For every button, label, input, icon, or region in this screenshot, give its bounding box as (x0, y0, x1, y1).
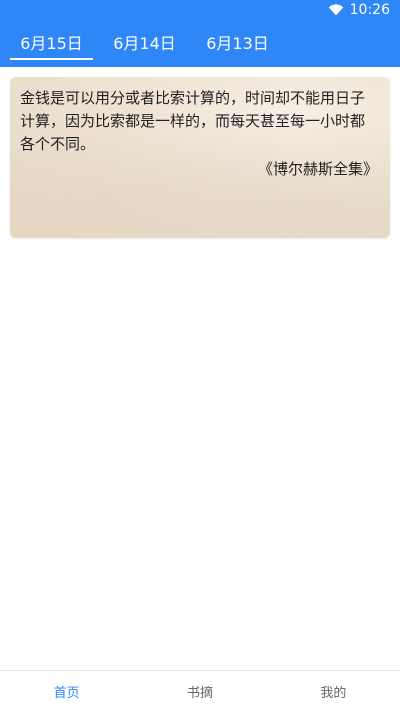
date-tabs: 6月15日 6月14日 6月13日 (0, 26, 400, 67)
wifi-icon (328, 2, 344, 18)
tab-june-15[interactable]: 6月15日 (10, 26, 93, 67)
status-right: 10:26 (328, 2, 390, 18)
quote-source: 《博尔赫斯全集》 (257, 160, 378, 178)
app-root: 10:26 6月15日 6月14日 6月13日 金钱是可以用分或者比索计算的，时… (0, 0, 400, 712)
app-header: 10:26 6月15日 6月14日 6月13日 (0, 0, 400, 67)
status-time: 10:26 (349, 2, 390, 18)
tab-june-13[interactable]: 6月13日 (196, 26, 279, 67)
bottom-navigation: 首页 书摘 我的 (0, 670, 400, 712)
nav-home[interactable]: 首页 (0, 671, 133, 712)
nav-excerpts[interactable]: 书摘 (133, 671, 266, 712)
quote-text: 金钱是可以用分或者比索计算的，时间却不能用日子计算，因为比索都是一样的，而每天甚… (20, 89, 366, 153)
quote-card[interactable]: 金钱是可以用分或者比索计算的，时间却不能用日子计算，因为比索都是一样的，而每天甚… (10, 77, 390, 238)
nav-profile[interactable]: 我的 (267, 671, 400, 712)
status-bar: 10:26 (0, 0, 400, 24)
active-tab-indicator (10, 58, 93, 60)
tab-june-14[interactable]: 6月14日 (103, 26, 186, 67)
